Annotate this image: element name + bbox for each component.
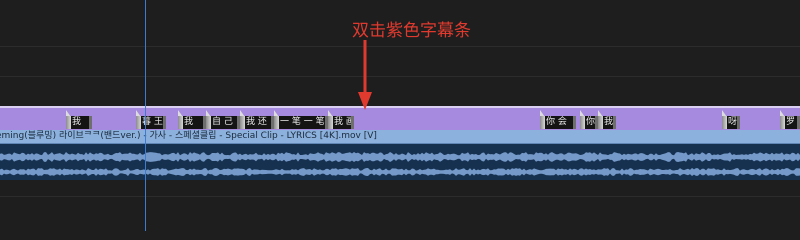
- waveform-graphic: [0, 152, 800, 176]
- timeline-panel: 双击紫色字幕条 我 暮 王 我 自 己 我 还 一 笔 一 笔 我 画 你 会 …: [0, 0, 800, 231]
- subtitle-track[interactable]: [0, 106, 800, 130]
- caption-clip[interactable]: 你 会: [540, 116, 576, 129]
- playhead[interactable]: [145, 0, 146, 231]
- track-divider: [0, 46, 800, 47]
- caption-clip[interactable]: 我 还: [240, 116, 274, 129]
- caption-clip[interactable]: 我: [598, 116, 616, 129]
- caption-clip[interactable]: 自 己: [206, 116, 240, 129]
- caption-clip[interactable]: 一 笔 一 笔: [274, 116, 328, 129]
- track-divider: [0, 76, 800, 77]
- caption-clip[interactable]: 我: [178, 116, 206, 129]
- track-divider: [0, 196, 800, 197]
- audio-waveform[interactable]: [0, 144, 800, 180]
- caption-clip[interactable]: 你: [580, 116, 598, 129]
- caption-clip[interactable]: 我: [66, 116, 92, 129]
- caption-clip[interactable]: 暮 王: [136, 116, 166, 129]
- annotation-arrow-icon: [358, 40, 372, 110]
- caption-clip[interactable]: 我 画: [328, 116, 354, 129]
- annotation-label: 双击紫色字幕条: [352, 21, 471, 41]
- video-clip-label: eming(블루밍) 라이브ᄏᄏ(밴드ver.) - 가사 - 스페셜클립 - …: [0, 131, 377, 141]
- video-clip[interactable]: eming(블루밍) 라이브ᄏᄏ(밴드ver.) - 가사 - 스페셜클립 - …: [0, 130, 800, 144]
- caption-clip[interactable]: 呀: [722, 116, 740, 129]
- caption-clip[interactable]: 罗: [780, 116, 800, 129]
